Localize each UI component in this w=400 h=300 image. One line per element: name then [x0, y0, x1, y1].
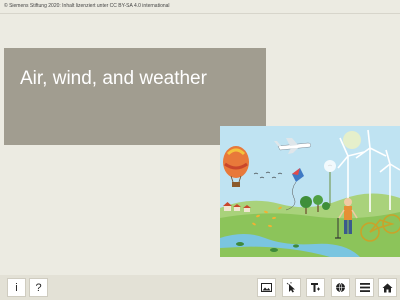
- info-icon: i: [15, 281, 18, 294]
- help-button[interactable]: ?: [29, 278, 48, 297]
- sun-icon: [343, 131, 361, 149]
- weather-illustration: [220, 126, 400, 257]
- menu-button[interactable]: [355, 278, 374, 297]
- language-button[interactable]: [331, 278, 350, 297]
- help-icon: ?: [35, 281, 42, 294]
- image-icon: [261, 283, 272, 292]
- page-title: Air, wind, and weather: [20, 68, 207, 89]
- bottom-toolbar: i ?: [0, 275, 400, 300]
- pointer-icon: [286, 282, 295, 293]
- globe-icon: [336, 282, 345, 293]
- interactive-button[interactable]: [282, 278, 301, 297]
- info-button[interactable]: i: [7, 278, 26, 297]
- hamburger-menu-icon: [359, 283, 370, 292]
- license-text: © Siemens Stiftung 2020: Inhalt lizenzie…: [4, 3, 170, 9]
- home-icon: [382, 283, 393, 292]
- text-settings-button[interactable]: [306, 278, 325, 297]
- media-button[interactable]: [257, 278, 276, 297]
- text-icon: [311, 283, 320, 292]
- home-button[interactable]: [378, 278, 397, 297]
- header-divider: [0, 13, 400, 14]
